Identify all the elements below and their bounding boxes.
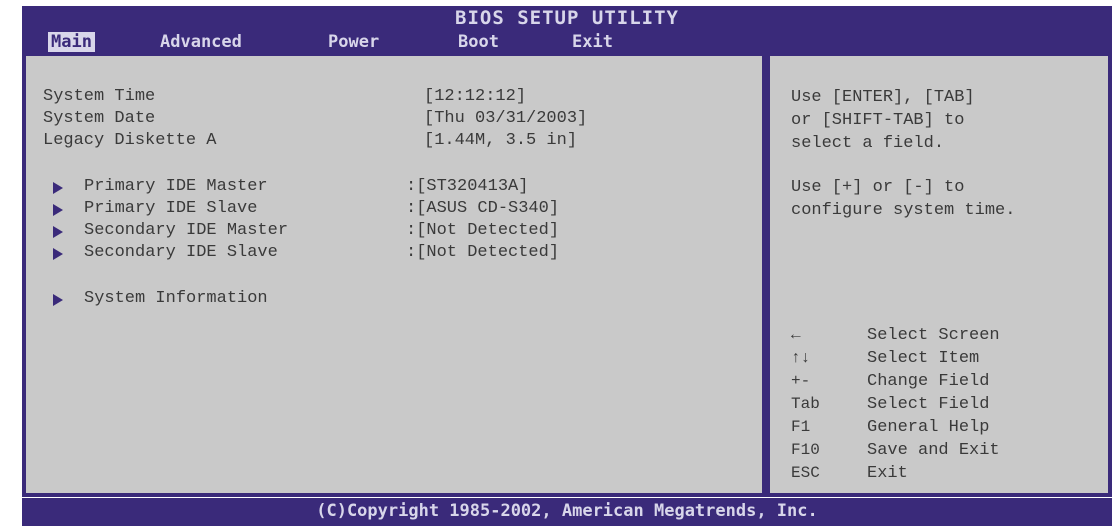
copyright-footer: (C)Copyright 1985-2002, American Megatre… — [22, 498, 1112, 526]
app-title: BIOS SETUP UTILITY — [455, 7, 679, 29]
help-line: Use [+] or [-] to — [791, 178, 965, 197]
main-body: System Time [12:12:12] System Date [Thu … — [22, 52, 1112, 497]
system-time-value[interactable]: [12:12:12] — [424, 86, 526, 108]
key-label: ESC — [791, 464, 820, 482]
legacy-diskette-label: Legacy Diskette A — [43, 131, 217, 150]
key-desc: Select Screen — [867, 326, 1000, 345]
tab-power[interactable]: Power — [328, 32, 379, 52]
tab-boot[interactable]: Boot — [458, 32, 499, 52]
primary-ide-master-value: :[ST320413A] — [406, 177, 529, 196]
key-label: F1 — [791, 418, 811, 436]
up-down-arrow-icon: ↑↓ — [791, 349, 811, 367]
secondary-ide-slave-value: :[Not Detected] — [406, 243, 560, 262]
help-panel: Use [ENTER], [TAB] or [SHIFT-TAB] to sel… — [768, 54, 1110, 495]
submenu-arrow-icon — [53, 226, 63, 238]
key-desc: Change Field — [867, 372, 990, 391]
system-date-value[interactable]: [Thu 03/31/2003] — [424, 108, 587, 130]
left-arrow-icon: ← — [791, 326, 801, 344]
key-desc: Select Item — [867, 349, 980, 368]
key-label: +- — [791, 372, 811, 390]
secondary-ide-master-value: :[Not Detected] — [406, 221, 560, 240]
primary-ide-slave-label: Primary IDE Slave — [84, 199, 258, 218]
system-information-label: System Information — [84, 289, 268, 308]
submenu-arrow-icon — [53, 248, 63, 260]
help-line: Use [ENTER], [TAB] — [791, 88, 975, 107]
key-desc: Exit — [867, 464, 908, 483]
key-desc: Select Field — [867, 395, 990, 414]
legacy-diskette-value[interactable]: [1.44M, 3.5 in] — [424, 130, 577, 152]
key-label: Tab — [791, 395, 820, 413]
help-line: select a field. — [791, 134, 945, 153]
settings-panel: System Time [12:12:12] System Date [Thu … — [24, 54, 764, 495]
submenu-arrow-icon — [53, 294, 63, 306]
help-line: configure system time. — [791, 201, 1016, 220]
help-line: or [SHIFT-TAB] to — [791, 111, 965, 130]
tab-advanced[interactable]: Advanced — [160, 32, 242, 52]
key-desc: Save and Exit — [867, 441, 1000, 460]
bios-screen: BIOS SETUP UTILITY Main Advanced Power B… — [0, 0, 1117, 526]
tab-main[interactable]: Main — [48, 32, 95, 52]
primary-ide-master-label: Primary IDE Master — [84, 177, 268, 196]
submenu-arrow-icon — [53, 182, 63, 194]
system-time-label: System Time — [43, 87, 156, 106]
primary-ide-slave-value: :[ASUS CD-S340] — [406, 199, 560, 218]
tab-exit[interactable]: Exit — [572, 32, 613, 52]
key-label: F10 — [791, 441, 820, 459]
secondary-ide-slave-label: Secondary IDE Slave — [84, 243, 278, 262]
secondary-ide-master-label: Secondary IDE Master — [84, 221, 289, 240]
header-bar: BIOS SETUP UTILITY Main Advanced Power B… — [22, 6, 1112, 52]
key-desc: General Help — [867, 418, 990, 437]
system-date-label: System Date — [43, 109, 156, 128]
submenu-arrow-icon — [53, 204, 63, 216]
